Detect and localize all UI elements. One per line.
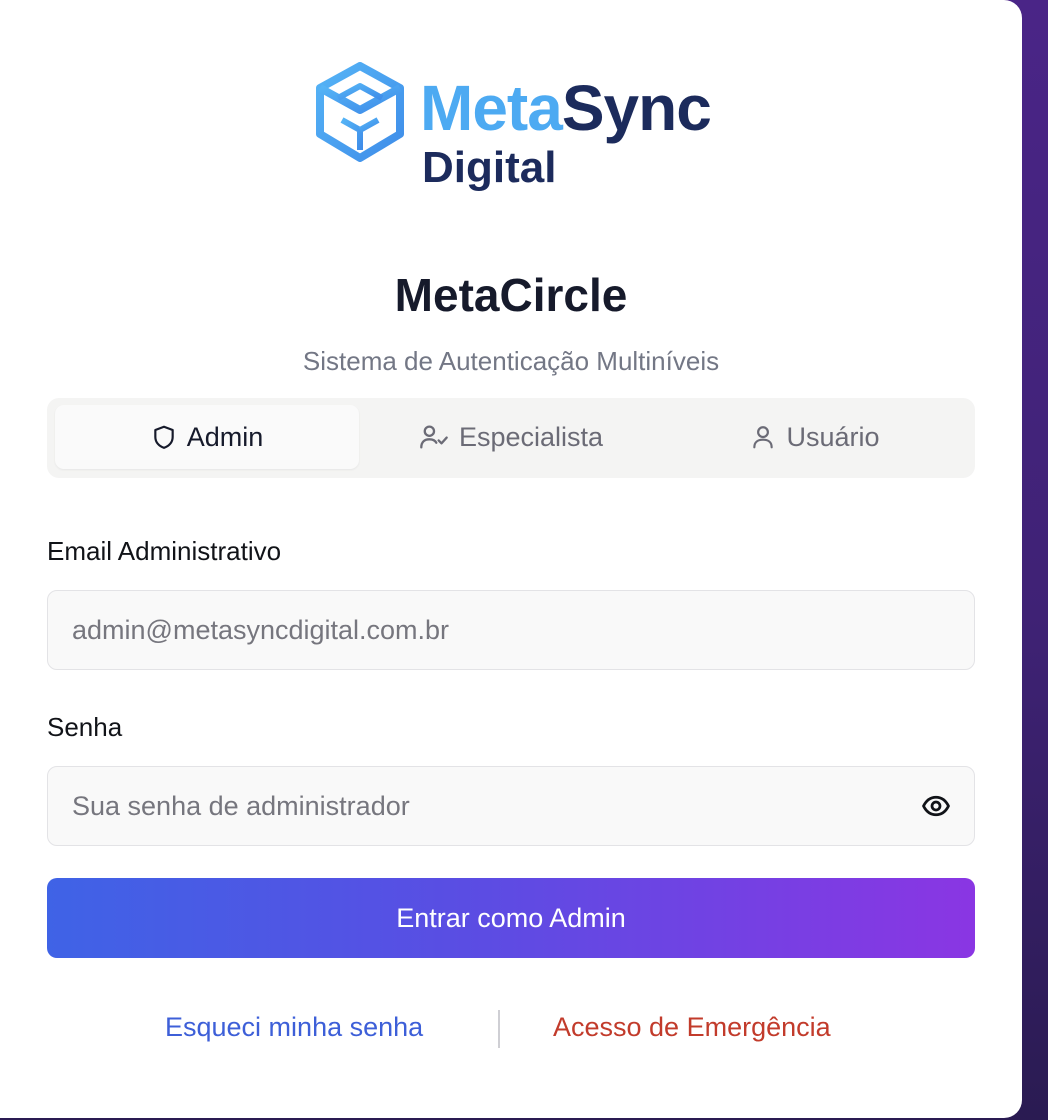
login-card: MetaSync Digital MetaCircle Sistema de A… <box>0 0 1022 1118</box>
page-title: MetaCircle <box>394 269 628 321</box>
tab-admin-label: Admin <box>186 421 264 452</box>
shield-icon <box>153 425 174 449</box>
password-field-box <box>47 766 975 846</box>
brand-name-meta: Meta <box>420 72 563 144</box>
tab-usuario[interactable]: Usuário <box>663 405 967 469</box>
page-subtitle: Sistema de Autenticação Multiníveis <box>302 346 720 376</box>
email-label: Email Administrativo <box>47 536 282 566</box>
user-check-icon <box>420 425 448 449</box>
links-divider <box>498 1010 500 1048</box>
cube-logo-icon <box>316 62 404 162</box>
submit-button[interactable]: Entrar como Admin <box>47 878 975 958</box>
user-icon <box>753 426 774 449</box>
tab-admin[interactable]: Admin <box>55 405 359 469</box>
email-field[interactable] <box>48 591 974 669</box>
tab-especialista[interactable]: Especialista <box>359 405 663 469</box>
brand-logo: MetaSync Digital <box>314 62 714 192</box>
tab-especialista-label: Especialista <box>458 421 604 452</box>
brand-subtitle: Digital <box>422 143 557 192</box>
email-field-box <box>47 590 975 670</box>
eye-icon[interactable] <box>920 791 952 821</box>
password-field[interactable] <box>48 767 974 845</box>
brand-name-sync: Sync <box>561 72 712 144</box>
tab-usuario-label: Usuário <box>786 421 880 452</box>
emergency-access-link[interactable]: Acesso de Emergência <box>553 1012 831 1043</box>
password-label: Senha <box>47 712 123 742</box>
role-tabs: Admin Especialista Usuário <box>47 398 975 478</box>
forgot-password-link[interactable]: Esqueci minha senha <box>165 1012 423 1043</box>
brand-name: MetaSync <box>420 64 712 152</box>
